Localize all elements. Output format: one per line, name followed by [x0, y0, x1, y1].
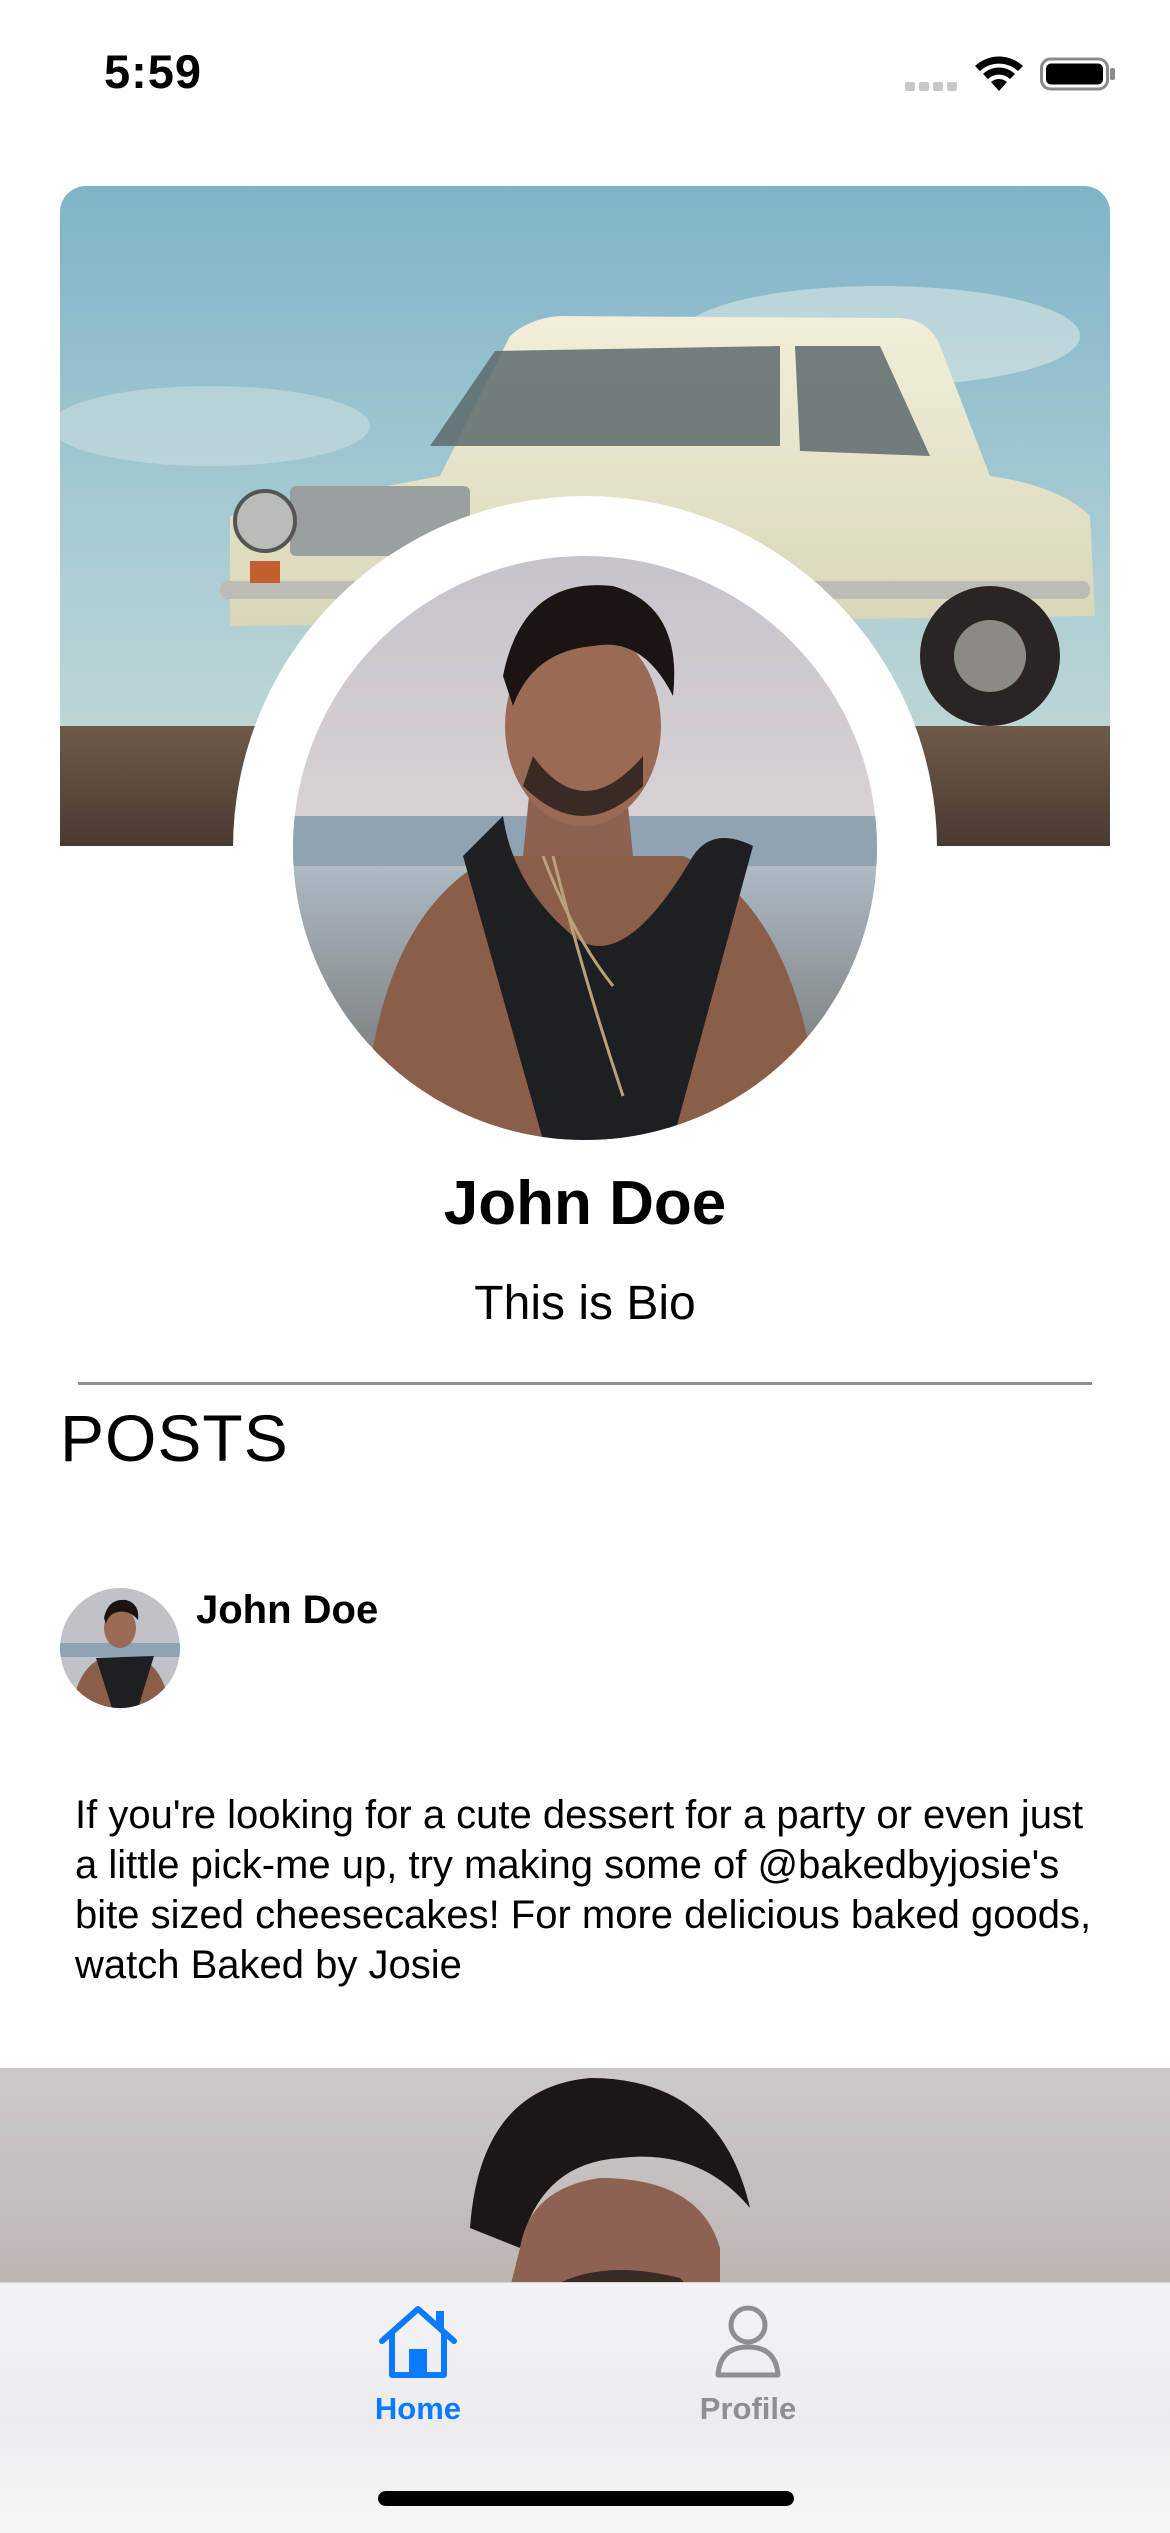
profile-avatar[interactable] [293, 556, 877, 1140]
home-indicator [378, 2491, 794, 2506]
profile-bio: This is Bio [474, 1277, 696, 1330]
wifi-icon [975, 56, 1023, 91]
profile-name: John Doe [443, 1169, 727, 1238]
posts-heading: POSTS [60, 1401, 289, 1475]
battery-icon [1040, 57, 1115, 91]
divider [78, 1382, 1092, 1385]
post-author-avatar[interactable] [60, 1588, 180, 1708]
cellular-signal-icon [905, 82, 957, 91]
person-icon [715, 2305, 781, 2378]
status-time: 5:59 [104, 45, 203, 98]
tab-home-label: Home [374, 2391, 462, 2426]
post-author-name[interactable]: John Doe [196, 1588, 378, 1633]
tab-profile[interactable]: Profile [638, 2283, 858, 2443]
post-image[interactable] [0, 2068, 1170, 2288]
tab-home[interactable]: Home [308, 2283, 528, 2443]
house-icon [379, 2306, 457, 2378]
status-bar: 5:59 [0, 0, 1170, 150]
tab-profile-label: Profile [699, 2391, 797, 2426]
post-text: If you're looking for a cute dessert for… [75, 1793, 1092, 1987]
